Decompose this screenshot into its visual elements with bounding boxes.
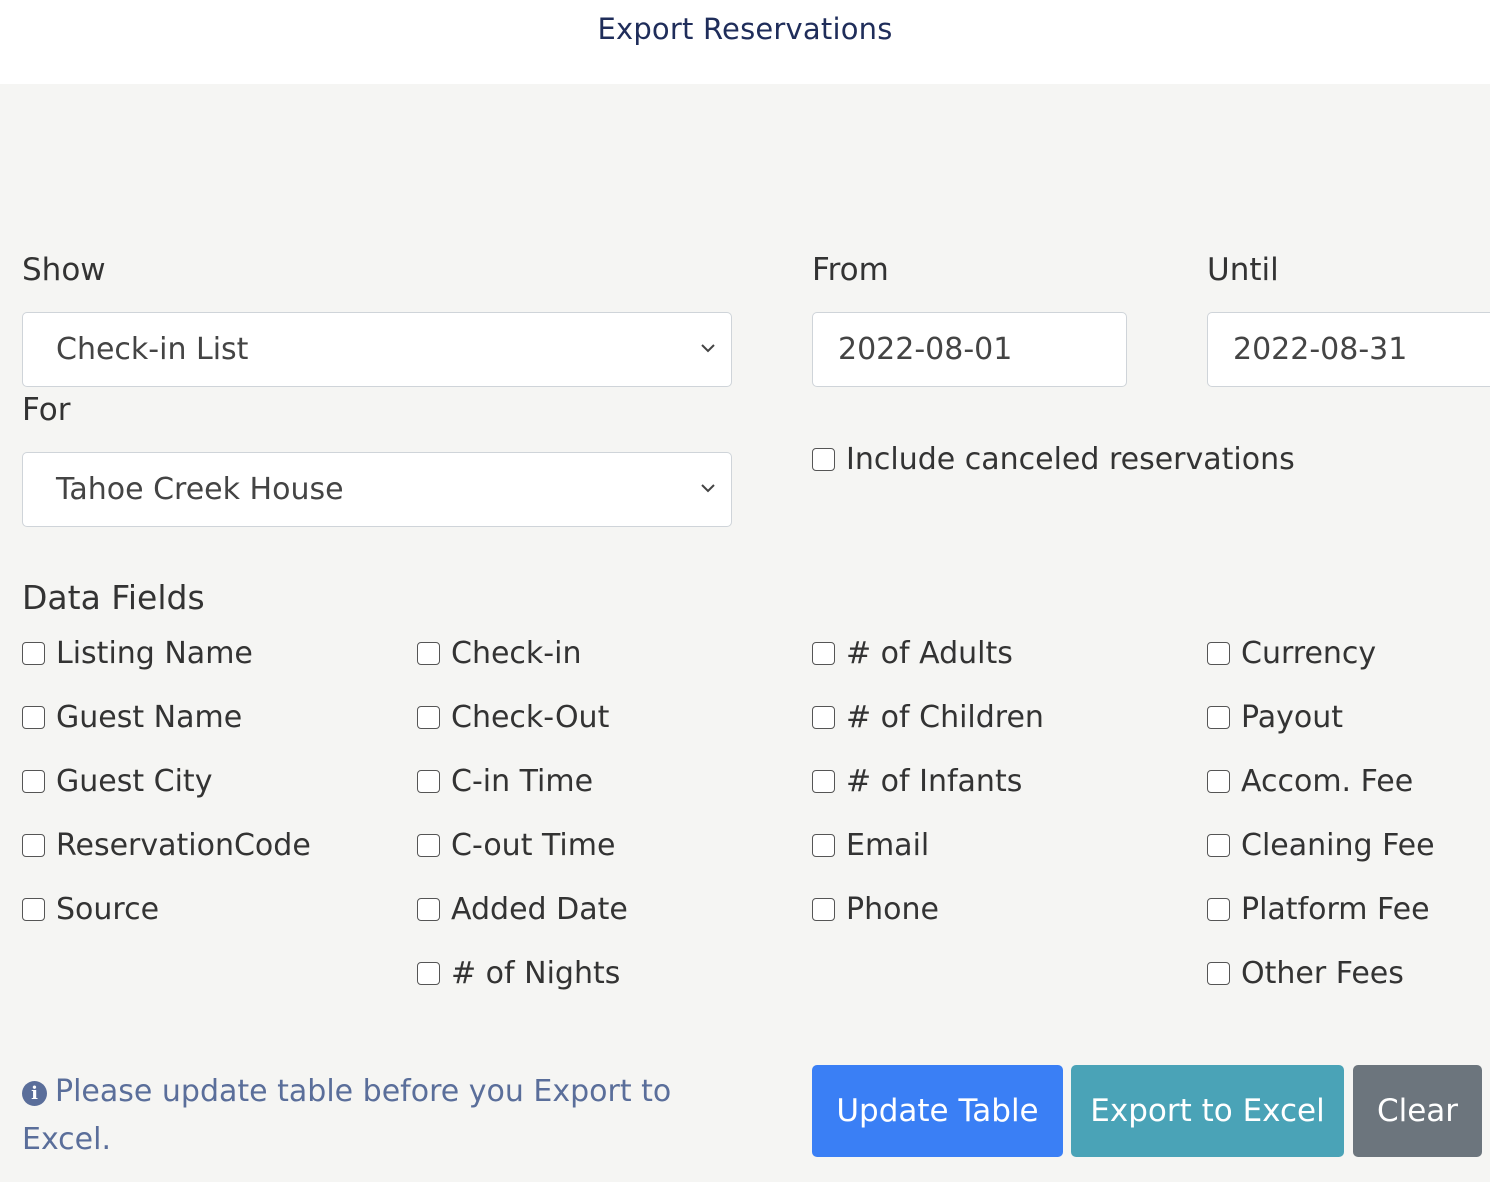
field-checkbox-of-children[interactable]: # of Children	[812, 700, 1044, 735]
checkbox-box[interactable]	[417, 642, 440, 665]
checkbox-box[interactable]	[812, 642, 835, 665]
include-canceled-label: Include canceled reservations	[846, 442, 1295, 477]
info-circle-icon: i	[22, 1081, 47, 1106]
update-table-button[interactable]: Update Table	[812, 1065, 1063, 1157]
field-label: # of Nights	[451, 956, 621, 991]
field-label: Guest Name	[56, 700, 243, 735]
field-checkbox-check-out[interactable]: Check-Out	[417, 700, 609, 735]
field-label: Phone	[846, 892, 939, 927]
show-select-value: Check-in List	[56, 332, 249, 367]
field-label: Email	[846, 828, 930, 863]
field-checkbox-c-in-time[interactable]: C-in Time	[417, 764, 593, 799]
checkbox-box[interactable]	[1207, 770, 1230, 793]
field-label: Check-in	[451, 636, 582, 671]
checkbox-box[interactable]	[417, 962, 440, 985]
data-fields-title: Data Fields	[22, 578, 205, 617]
checkbox-box[interactable]	[22, 898, 45, 921]
show-label: Show	[22, 252, 106, 288]
checkbox-box[interactable]	[1207, 898, 1230, 921]
field-checkbox-guest-name[interactable]: Guest Name	[22, 700, 242, 735]
field-label: C-out Time	[451, 828, 616, 863]
field-label: # of Children	[846, 700, 1044, 735]
field-checkbox-of-adults[interactable]: # of Adults	[812, 636, 1013, 671]
field-checkbox-phone[interactable]: Phone	[812, 892, 939, 927]
checkbox-box[interactable]	[22, 834, 45, 857]
field-checkbox-reservationcode[interactable]: ReservationCode	[22, 828, 311, 863]
checkbox-box[interactable]	[1207, 834, 1230, 857]
checkbox-box[interactable]	[1207, 706, 1230, 729]
field-label: Check-Out	[451, 700, 610, 735]
field-label: # of Adults	[846, 636, 1013, 671]
clear-button[interactable]: Clear	[1353, 1065, 1482, 1157]
field-checkbox-check-in[interactable]: Check-in	[417, 636, 581, 671]
field-checkbox-listing-name[interactable]: Listing Name	[22, 636, 253, 671]
for-select[interactable]: Tahoe Creek House	[22, 452, 732, 527]
field-label: Added Date	[451, 892, 628, 927]
chevron-down-icon	[701, 484, 715, 493]
for-select-value: Tahoe Creek House	[56, 472, 344, 507]
field-checkbox-currency[interactable]: Currency	[1207, 636, 1376, 671]
checkbox-box[interactable]	[22, 642, 45, 665]
checkbox-box[interactable]	[1207, 962, 1230, 985]
checkbox-box[interactable]	[812, 770, 835, 793]
field-checkbox-accom-fee[interactable]: Accom. Fee	[1207, 764, 1413, 799]
update-note-text: Please update table before you Export to…	[22, 1074, 672, 1157]
checkbox-box[interactable]	[417, 898, 440, 921]
field-checkbox-of-nights[interactable]: # of Nights	[417, 956, 620, 991]
checkbox-box[interactable]	[417, 770, 440, 793]
until-date-input[interactable]: 2022-08-31	[1207, 312, 1490, 387]
field-label: ReservationCode	[56, 828, 311, 863]
field-checkbox-added-date[interactable]: Added Date	[417, 892, 628, 927]
field-label: Listing Name	[56, 636, 253, 671]
from-label: From	[812, 252, 889, 288]
field-checkbox-payout[interactable]: Payout	[1207, 700, 1343, 735]
update-note: i Please update table before you Export t…	[22, 1068, 742, 1164]
field-checkbox-other-fees[interactable]: Other Fees	[1207, 956, 1404, 991]
header: Export Reservations	[0, 0, 1490, 84]
checkbox-box[interactable]	[812, 898, 835, 921]
checkbox-box[interactable]	[812, 706, 835, 729]
checkbox-box[interactable]	[22, 706, 45, 729]
export-to-excel-button[interactable]: Export to Excel	[1071, 1065, 1344, 1157]
field-checkbox-cleaning-fee[interactable]: Cleaning Fee	[1207, 828, 1435, 863]
include-canceled-checkbox[interactable]: Include canceled reservations	[812, 442, 1295, 477]
until-label: Until	[1207, 252, 1279, 288]
chevron-down-icon	[701, 344, 715, 353]
field-checkbox-of-infants[interactable]: # of Infants	[812, 764, 1022, 799]
field-label: Accom. Fee	[1241, 764, 1414, 799]
checkbox-box[interactable]	[417, 706, 440, 729]
from-date-value: 2022-08-01	[838, 332, 1013, 367]
field-label: Platform Fee	[1241, 892, 1430, 927]
field-checkbox-source[interactable]: Source	[22, 892, 159, 927]
show-select[interactable]: Check-in List	[22, 312, 732, 387]
checkbox-box[interactable]	[812, 448, 835, 471]
checkbox-box[interactable]	[417, 834, 440, 857]
field-label: # of Infants	[846, 764, 1023, 799]
until-date-value: 2022-08-31	[1233, 332, 1408, 367]
field-checkbox-email[interactable]: Email	[812, 828, 929, 863]
checkbox-box[interactable]	[22, 770, 45, 793]
checkbox-box[interactable]	[812, 834, 835, 857]
field-checkbox-platform-fee[interactable]: Platform Fee	[1207, 892, 1430, 927]
field-label: Payout	[1241, 700, 1344, 735]
page-title: Export Reservations	[597, 12, 893, 46]
checkbox-box[interactable]	[1207, 642, 1230, 665]
field-label: Currency	[1241, 636, 1377, 671]
field-checkbox-guest-city[interactable]: Guest City	[22, 764, 212, 799]
export-panel	[0, 84, 1490, 1182]
field-checkbox-c-out-time[interactable]: C-out Time	[417, 828, 615, 863]
field-label: Source	[56, 892, 160, 927]
field-label: Guest City	[56, 764, 213, 799]
field-label: Cleaning Fee	[1241, 828, 1435, 863]
field-label: Other Fees	[1241, 956, 1404, 991]
for-label: For	[22, 392, 71, 428]
field-label: C-in Time	[451, 764, 594, 799]
from-date-input[interactable]: 2022-08-01	[812, 312, 1127, 387]
